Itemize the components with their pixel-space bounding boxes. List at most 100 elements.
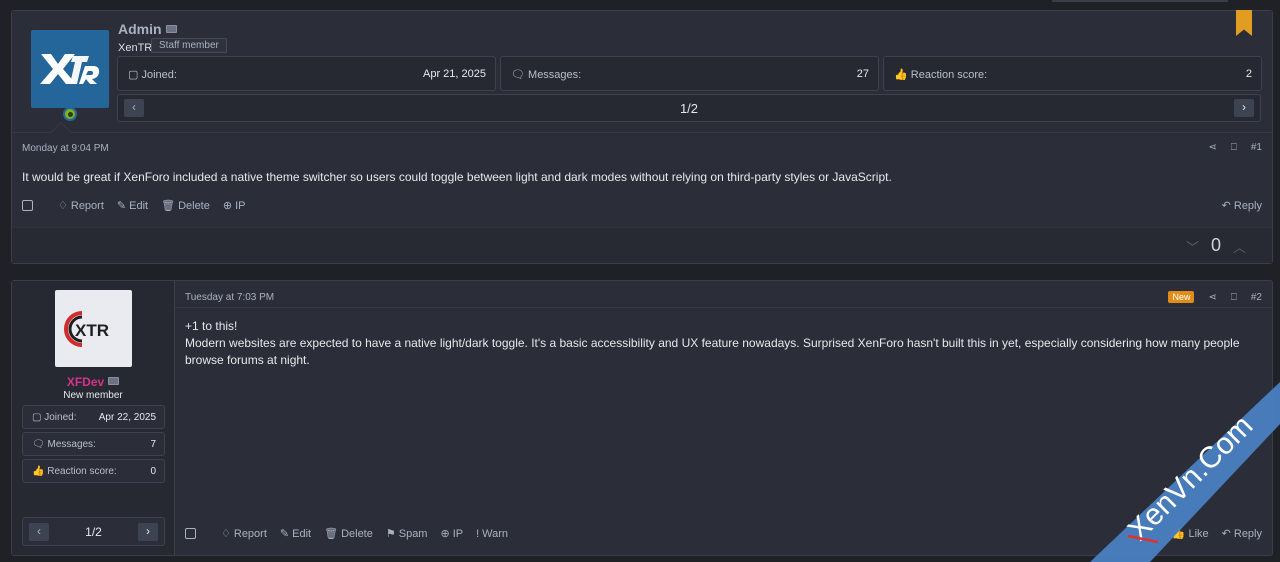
mail-icon[interactable] [165,25,177,33]
edit-button[interactable]: ✎ Edit [116,199,149,213]
stat-messages-value: 27 [856,68,869,80]
edit-label: Edit [129,199,149,212]
report-button[interactable]: ♢ Report [221,527,267,541]
spam-label: Spam [398,527,428,540]
reply-button[interactable]: ↶ Reply [1221,527,1262,541]
top-strip [1052,0,1228,2]
post-1-user-header: Admin XenTR Staff member ▢ Joined: Apr 2… [12,11,1272,133]
warn-button[interactable]: ! Warn [476,528,508,540]
stat-joined-value: Apr 21, 2025 [423,68,486,80]
calendar-icon: ▢ [128,69,139,81]
pencil-icon: ✎ [116,200,127,212]
upvote-icon[interactable]: ︿ [1233,237,1246,256]
messages-icon: 🗨 [32,439,45,450]
stat-reaction-score: 👍 Reaction score: 0 [22,459,165,483]
share-icon[interactable]: ⋖ [1208,142,1216,153]
post-reply-actions: 👍 Like ↶ Reply [1171,527,1262,541]
edit-label: Edit [292,527,312,540]
xtr-logo-text: XTR [75,321,109,340]
like-label: Like [1188,527,1209,540]
delete-label: Delete [178,199,210,212]
stat-label-text: Joined: [44,412,77,423]
downvote-icon[interactable]: ﹀ [1186,237,1199,256]
ip-label: IP [235,199,246,212]
username-text[interactable]: XFDev [67,375,104,389]
stat-label-text: Reaction score: [47,466,117,477]
chevron-right-icon: › [1242,100,1246,114]
post-body-line-2: Modern websites are expected to have a n… [185,336,1240,367]
stat-reaction-value: 2 [1245,68,1252,80]
user-title: XenTR [118,42,153,54]
pager-next-button[interactable]: › [138,523,158,541]
stat-joined: ▢ Joined: Apr 21, 2025 [117,56,496,91]
avatar[interactable] [31,30,109,121]
edit-button[interactable]: ✎ Edit [280,527,312,541]
bookmark-icon[interactable]: ⎕ [1231,292,1237,303]
delete-button[interactable]: 🗑 Delete [161,199,210,213]
reply-button[interactable]: ↶ Reply [1221,199,1262,213]
ip-button[interactable]: ⊕ IP [222,199,246,213]
user-sidebar: XTR XFDev New member ▢ Joined: Apr 22, 2… [12,281,175,555]
username[interactable]: Admin [118,21,177,37]
username[interactable]: XFDev [12,375,174,389]
staff-badge: Staff member [151,38,227,53]
bell-icon: ♢ [221,528,231,540]
xtr-logo-icon: XTR [63,310,109,347]
ip-label: IP [452,527,464,540]
stat-messages-label: 🗨 Messages: [32,439,96,450]
calendar-icon: ▢ [32,412,42,423]
like-button[interactable]: 👍 Like [1171,527,1209,541]
stat-label-text: Joined: [141,69,177,81]
post-number[interactable]: #1 [1251,142,1262,153]
warning-icon: ! [476,527,480,540]
stat-joined: ▢ Joined: Apr 22, 2025 [22,405,165,429]
messages-icon: 🗨 [511,69,525,81]
report-label: Report [233,527,267,540]
select-checkbox[interactable] [22,200,33,211]
pager-next-button[interactable]: › [1234,99,1254,117]
stat-label-text: Messages: [47,439,96,450]
vote-bar: ﹀ 0 ︿ [12,227,1272,263]
stat-joined-value: Apr 22, 2025 [98,412,156,423]
post-2: XTR XFDev New member ▢ Joined: Apr 22, 2… [11,280,1273,556]
report-button[interactable]: ♢ Report [58,199,104,213]
vote-score: 0 [1210,235,1221,255]
spam-button[interactable]: ⚑ Spam [386,527,428,541]
delete-button[interactable]: 🗑 Delete [324,527,373,541]
reply-icon: ↶ [1221,528,1231,540]
username-text[interactable]: Admin [118,21,162,37]
new-badge: New [1168,291,1195,303]
bookmark-icon[interactable]: ⎕ [1231,142,1237,153]
post-date[interactable]: Tuesday at 7:03 PM [185,292,274,303]
post-date[interactable]: Monday at 9:04 PM [22,143,109,154]
xentr-logo-icon [40,54,100,84]
stat-messages: 🗨 Messages: 27 [500,56,879,91]
post-body: It would be great if XenForo included a … [22,170,892,184]
globe-icon: ⊕ [222,200,233,212]
post-actions: ♢ Report ✎ Edit 🗑 Delete ⚑ Spam ⊕ IP ! Warn [185,527,508,540]
user-stats-pager: ‹ 1/2 › [22,517,165,546]
stat-reaction-label: 👍 Reaction score: [32,466,117,477]
post-actions: ♢ Report ✎ Edit 🗑 Delete ⊕ IP [22,199,245,212]
stat-messages-value: 7 [150,439,156,450]
online-status-icon [63,107,77,121]
report-label: Report [70,199,104,212]
post-body-line-1: +1 to this! [185,319,238,333]
stat-joined-label: ▢ Joined: [128,68,177,81]
post-number[interactable]: #2 [1251,292,1262,303]
avatar[interactable]: XTR [55,290,132,367]
user-title: New member [63,390,123,401]
mail-icon[interactable] [108,377,120,385]
bell-icon: ♢ [58,200,68,212]
thumbs-up-icon: 👍 [32,466,45,477]
thumbs-up-icon: 👍 [1171,528,1186,540]
ip-button[interactable]: ⊕ IP [440,527,464,541]
select-checkbox[interactable] [185,528,196,539]
delete-label: Delete [341,527,373,540]
thumbs-up-icon: 👍 [894,69,908,81]
stat-label-text: Messages: [528,69,582,81]
stat-messages-label: 🗨 Messages: [511,68,581,81]
globe-icon: ⊕ [440,528,450,540]
reply-icon: ↶ [1221,200,1231,212]
share-icon[interactable]: ⋖ [1208,292,1216,303]
